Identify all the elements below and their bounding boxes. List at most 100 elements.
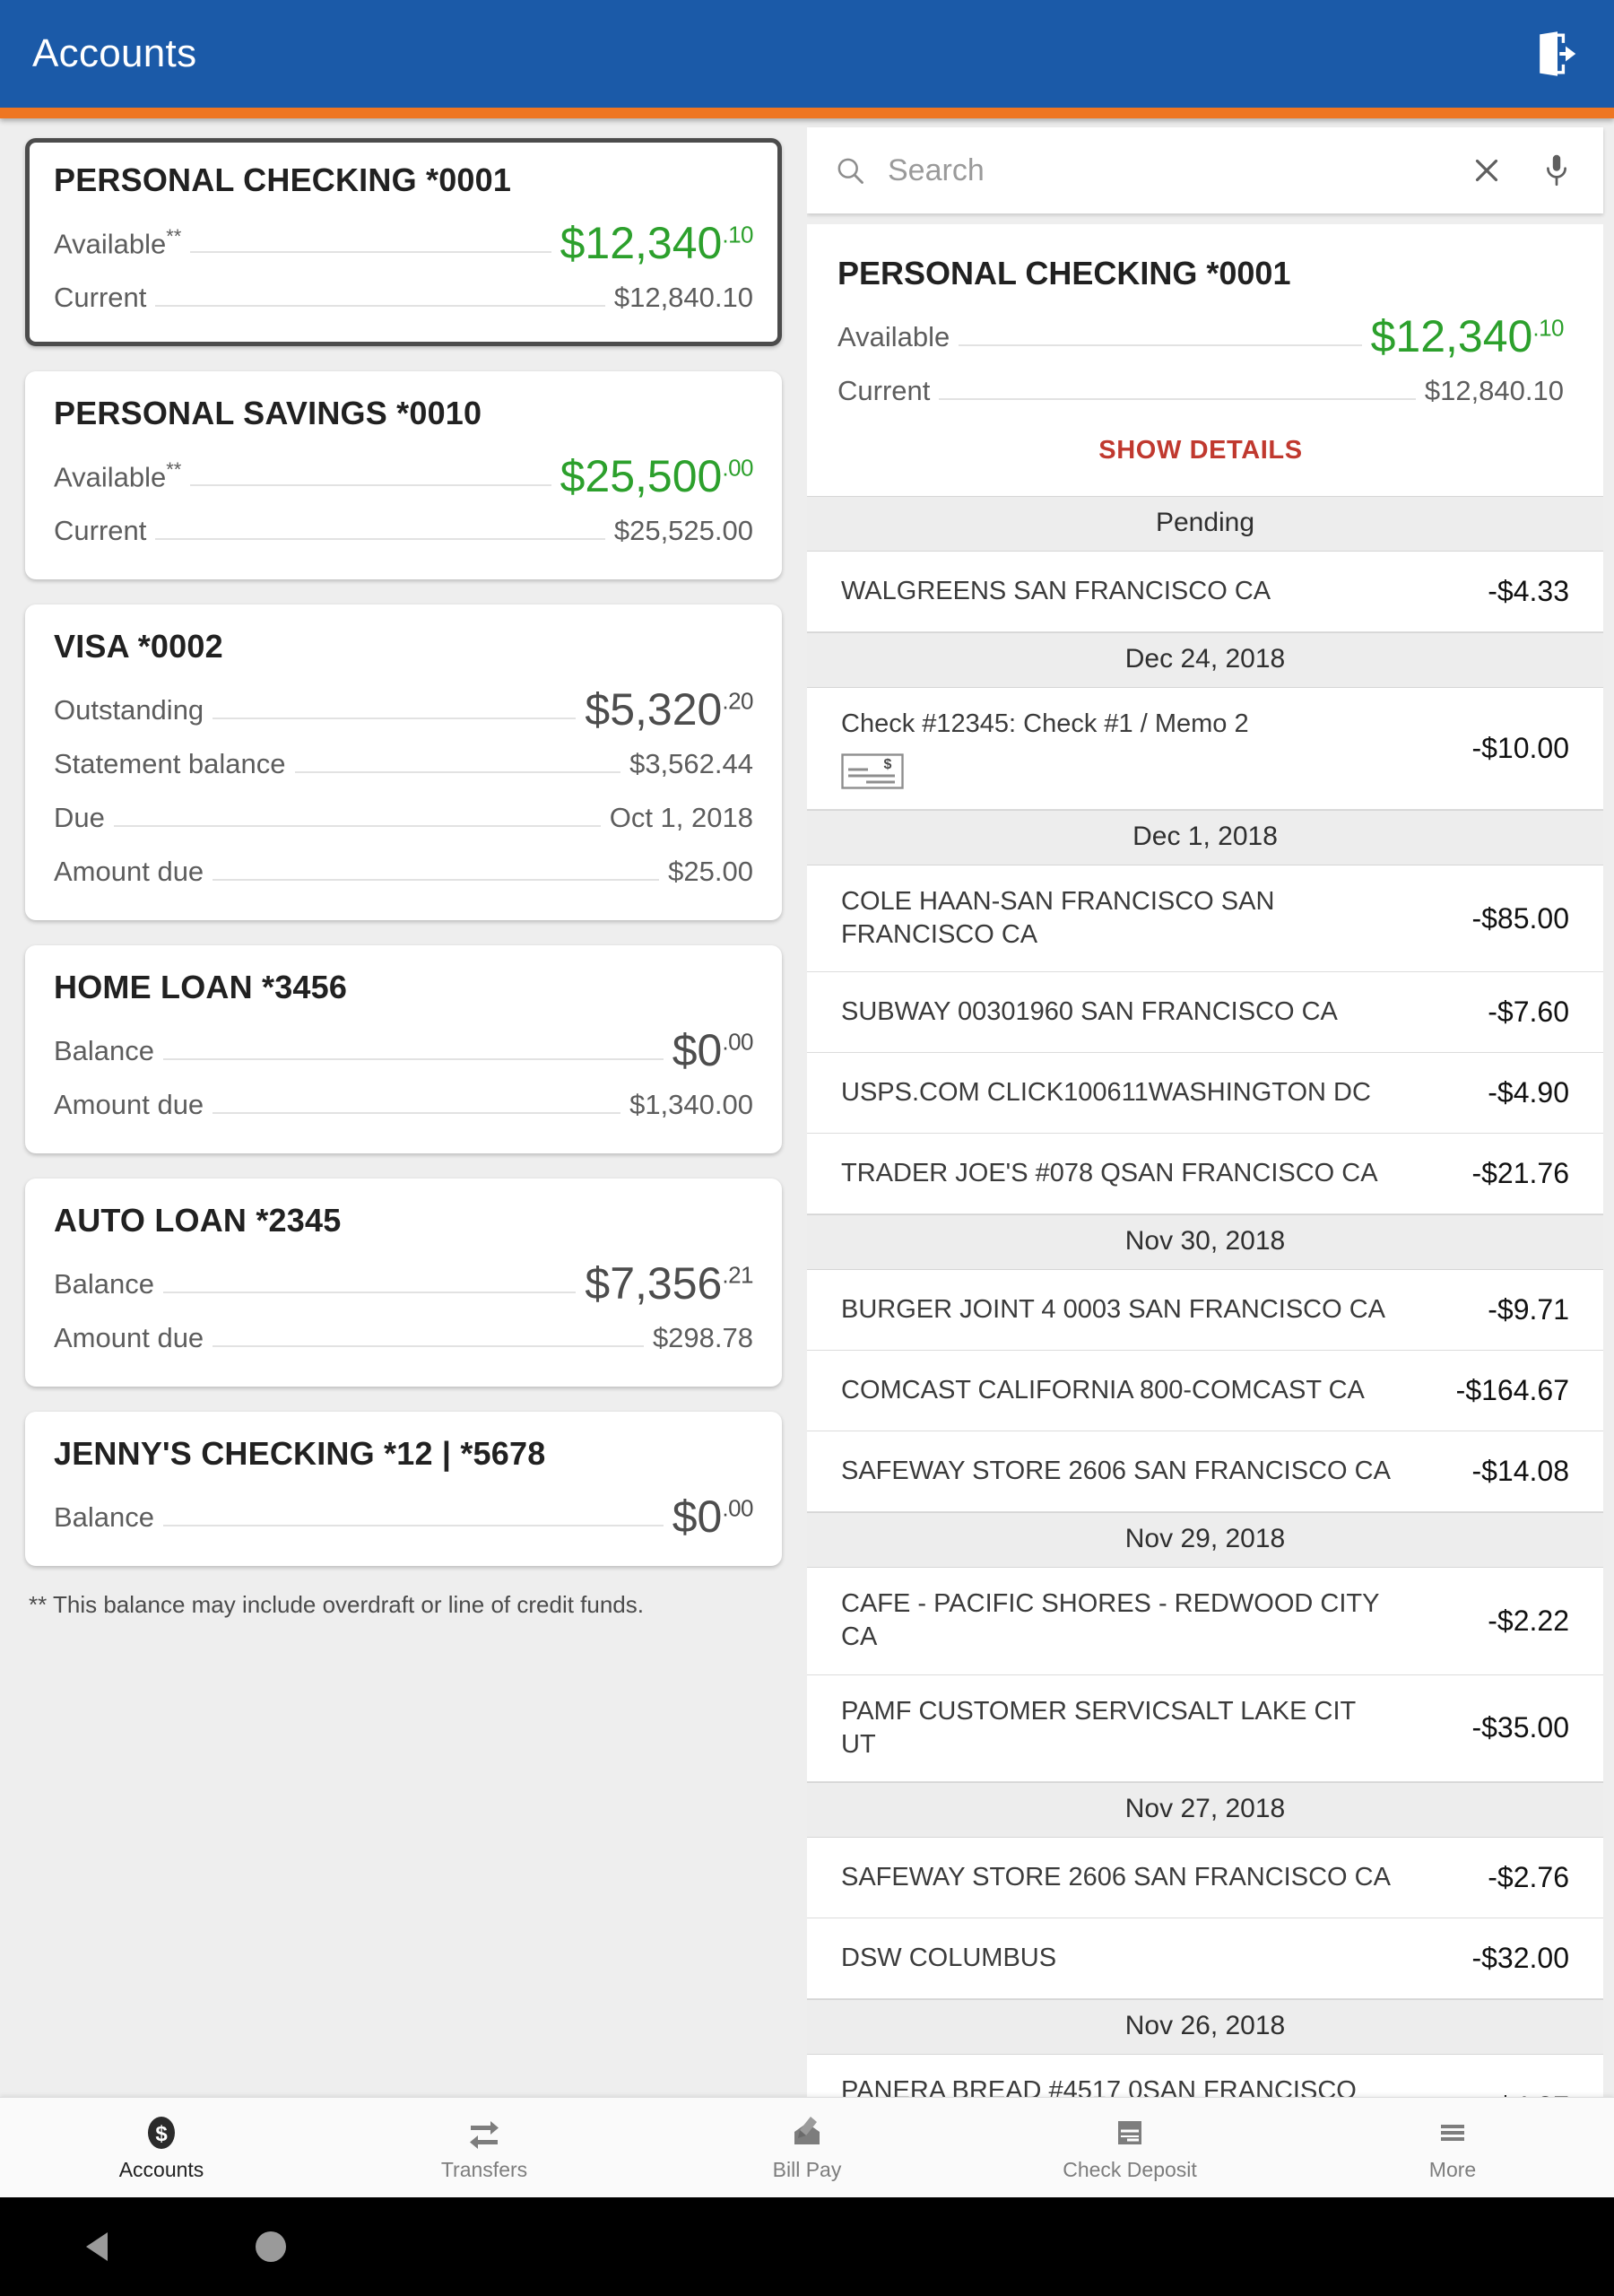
nav-item-bill-pay[interactable]: Bill Pay (646, 2114, 968, 2182)
row-label: Available** (54, 457, 182, 492)
row-dotted-filler (213, 1112, 621, 1114)
home-circle-icon[interactable] (251, 2227, 291, 2266)
transaction-list[interactable]: Pending WALGREENS SAN FRANCISCO CA -$4.33 D… (807, 496, 1603, 2097)
back-triangle-icon[interactable] (81, 2227, 117, 2266)
row-value: $12,340.10 (1370, 311, 1565, 361)
row-label: Amount due (54, 1322, 204, 1353)
transaction-row[interactable]: SUBWAY 00301960 SAN FRANCISCO CA -$7.60 (807, 972, 1603, 1054)
row-label: Available (837, 321, 950, 352)
account-detail-row: Current $25,525.00 (54, 502, 753, 552)
transaction-left: COLE HAAN-SAN FRANCISCO SAN FRANCISCO CA (841, 885, 1397, 952)
transaction-row[interactable]: SAFEWAY STORE 2606 SAN FRANCISCO CA -$14.… (807, 1431, 1603, 1513)
envelope-pen-icon (794, 2116, 820, 2144)
transaction-date-header: Dec 1, 2018 (807, 810, 1603, 866)
account-detail-row: Balance $0.00 (54, 1489, 753, 1539)
account-detail-row: Outstanding $5,320.20 (54, 682, 753, 732)
row-dotted-filler (213, 718, 577, 719)
amount-cents: .00 (722, 1494, 753, 1522)
account-card[interactable]: PERSONAL CHECKING *0001 Available** $12,34… (25, 138, 782, 346)
search-icon (837, 158, 863, 184)
row-dotted-filler (213, 879, 660, 881)
transaction-amount: -$10.00 (1471, 732, 1569, 765)
footnote-marker: ** (166, 224, 182, 248)
transaction-left: Check #12345: Check #1 / Memo 2 $ (841, 708, 1249, 789)
row-label: Outstanding (54, 694, 204, 726)
row-dotted-filler (190, 251, 551, 253)
transaction-row[interactable]: BURGER JOINT 4 0003 SAN FRANCISCO CA -$9.… (807, 1270, 1603, 1352)
detail-account-title: PERSONAL CHECKING *0001 (837, 255, 1291, 291)
row-dotted-filler (155, 305, 605, 307)
transaction-row[interactable]: PANERA BREAD #4517 0SAN FRANCISCO CA -$4.… (807, 2054, 1603, 2097)
transaction-amount: -$4.87 (1488, 2091, 1569, 2097)
selected-account-summary: PERSONAL CHECKING *0001 Available $12,340… (807, 224, 1603, 496)
transaction-left: SAFEWAY STORE 2606 SAN FRANCISCO CA (841, 1861, 1391, 1894)
row-dotted-filler (155, 538, 605, 540)
row-dotted-filler (113, 825, 601, 827)
account-detail-row: Available** $12,340.10 (54, 215, 753, 265)
accent-bar (0, 108, 1614, 118)
transaction-amount: -$2.22 (1488, 1604, 1569, 1637)
transaction-row[interactable]: SAFEWAY STORE 2606 SAN FRANCISCO CA -$2.7… (807, 1837, 1603, 1918)
transaction-description: SUBWAY 00301960 SAN FRANCISCO CA (841, 997, 1338, 1027)
account-card[interactable]: VISA *0002 Outstanding $5,320.20 Statement … (25, 604, 782, 920)
transaction-row[interactable]: COMCAST CALIFORNIA 800-COMCAST CA -$164.6… (807, 1351, 1603, 1432)
transaction-row[interactable]: COLE HAAN-SAN FRANCISCO SAN FRANCISCO CA… (807, 865, 1603, 973)
row-value: $0.00 (672, 1492, 754, 1542)
transaction-description: TRADER JOE'S #078 QSAN FRANCISCO CA (841, 1159, 1378, 1188)
nav-item-transfers[interactable]: Transfers (323, 2114, 646, 2182)
amount-cents: .00 (722, 454, 753, 482)
row-label: Statement balance (54, 748, 286, 779)
logout-icon[interactable] (1533, 30, 1582, 78)
row-label: Balance (54, 1501, 155, 1533)
account-card[interactable]: JENNY'S CHECKING *12 | *5678 Balance $0.00 (25, 1412, 782, 1566)
row-dotted-filler (213, 1345, 644, 1347)
transaction-left: USPS.COM CLICK100611WASHINGTON DC (841, 1076, 1371, 1109)
account-card[interactable]: PERSONAL SAVINGS *0010 Available** $25,500… (25, 371, 782, 579)
transaction-row[interactable]: TRADER JOE'S #078 QSAN FRANCISCO CA -$21.… (807, 1134, 1603, 1215)
check-image-icon[interactable]: $ (841, 753, 1249, 789)
transaction-row[interactable]: USPS.COM CLICK100611WASHINGTON DC -$4.90 (807, 1053, 1603, 1135)
nav-item-check-deposit[interactable]: Check Deposit (968, 2114, 1291, 2182)
nav-item-more[interactable]: More (1291, 2114, 1614, 2182)
row-value: $12,340.10 (560, 218, 754, 268)
transaction-row[interactable]: Check #12345: Check #1 / Memo 2 $ -$10.00 (807, 688, 1603, 811)
transaction-amount: -$4.33 (1488, 575, 1569, 607)
app-root: Accounts PERSONAL CHECKING *0001 Availabl… (0, 0, 1614, 2296)
nav-item-label: Accounts (118, 2157, 204, 2181)
account-detail-row: Available $12,340.10 (837, 309, 1564, 359)
nav-item-label: Transfers (440, 2157, 528, 2181)
transaction-left: SUBWAY 00301960 SAN FRANCISCO CA (841, 996, 1338, 1029)
account-detail-row: Amount due $298.78 (54, 1309, 753, 1360)
nav-item-accounts[interactable]: $ Accounts (0, 2114, 323, 2182)
row-dotted-filler (294, 771, 621, 773)
row-label: Balance (54, 1268, 155, 1300)
row-dotted-filler (163, 1058, 664, 1060)
microphone-icon[interactable] (1540, 152, 1573, 188)
app-bar: Accounts (0, 0, 1614, 108)
transaction-amount: -$35.00 (1471, 1711, 1569, 1744)
transaction-row[interactable]: PAMF CUSTOMER SERVICSALT LAKE CIT UT -$35… (807, 1674, 1603, 1782)
search-bar[interactable] (807, 127, 1603, 213)
row-value: $0.00 (672, 1025, 754, 1075)
show-details-link[interactable]: SHOW DETAILS (837, 413, 1564, 473)
row-label: Current (837, 375, 931, 406)
dollar-coin-icon: $ (148, 2116, 175, 2149)
close-icon[interactable] (1471, 152, 1503, 188)
transaction-row[interactable]: CAFE - PACIFIC SHORES - REDWOOD CITY CA -… (807, 1568, 1603, 1675)
transaction-row[interactable]: DSW COLUMBUS -$32.00 (807, 1918, 1603, 1999)
balance-footnote: ** This balance may include overdraft or… (29, 1591, 644, 1618)
transaction-description: SAFEWAY STORE 2606 SAN FRANCISCO CA (841, 1457, 1391, 1486)
search-input[interactable] (888, 152, 1433, 188)
account-card[interactable]: AUTO LOAN *2345 Balance $7,356.21 Amount du… (25, 1178, 782, 1387)
accounts-list-pane[interactable]: PERSONAL CHECKING *0001 Available** $12,34… (0, 118, 807, 2097)
transaction-description: COMCAST CALIFORNIA 800-COMCAST CA (841, 1376, 1365, 1405)
account-card[interactable]: HOME LOAN *3456 Balance $0.00 Amount due $1,… (25, 945, 782, 1153)
transaction-date-header: Nov 27, 2018 (807, 1781, 1603, 1838)
amount-cents: .00 (722, 1028, 753, 1056)
transaction-description: PAMF CUSTOMER SERVICSALT LAKE CIT UT (841, 1696, 1356, 1759)
transaction-row[interactable]: WALGREENS SAN FRANCISCO CA -$4.33 (807, 552, 1603, 632)
row-label: Balance (54, 1035, 155, 1066)
row-value: $1,340.00 (629, 1089, 753, 1120)
row-dotted-filler (939, 398, 1416, 400)
amount-cents: .10 (1532, 314, 1564, 342)
